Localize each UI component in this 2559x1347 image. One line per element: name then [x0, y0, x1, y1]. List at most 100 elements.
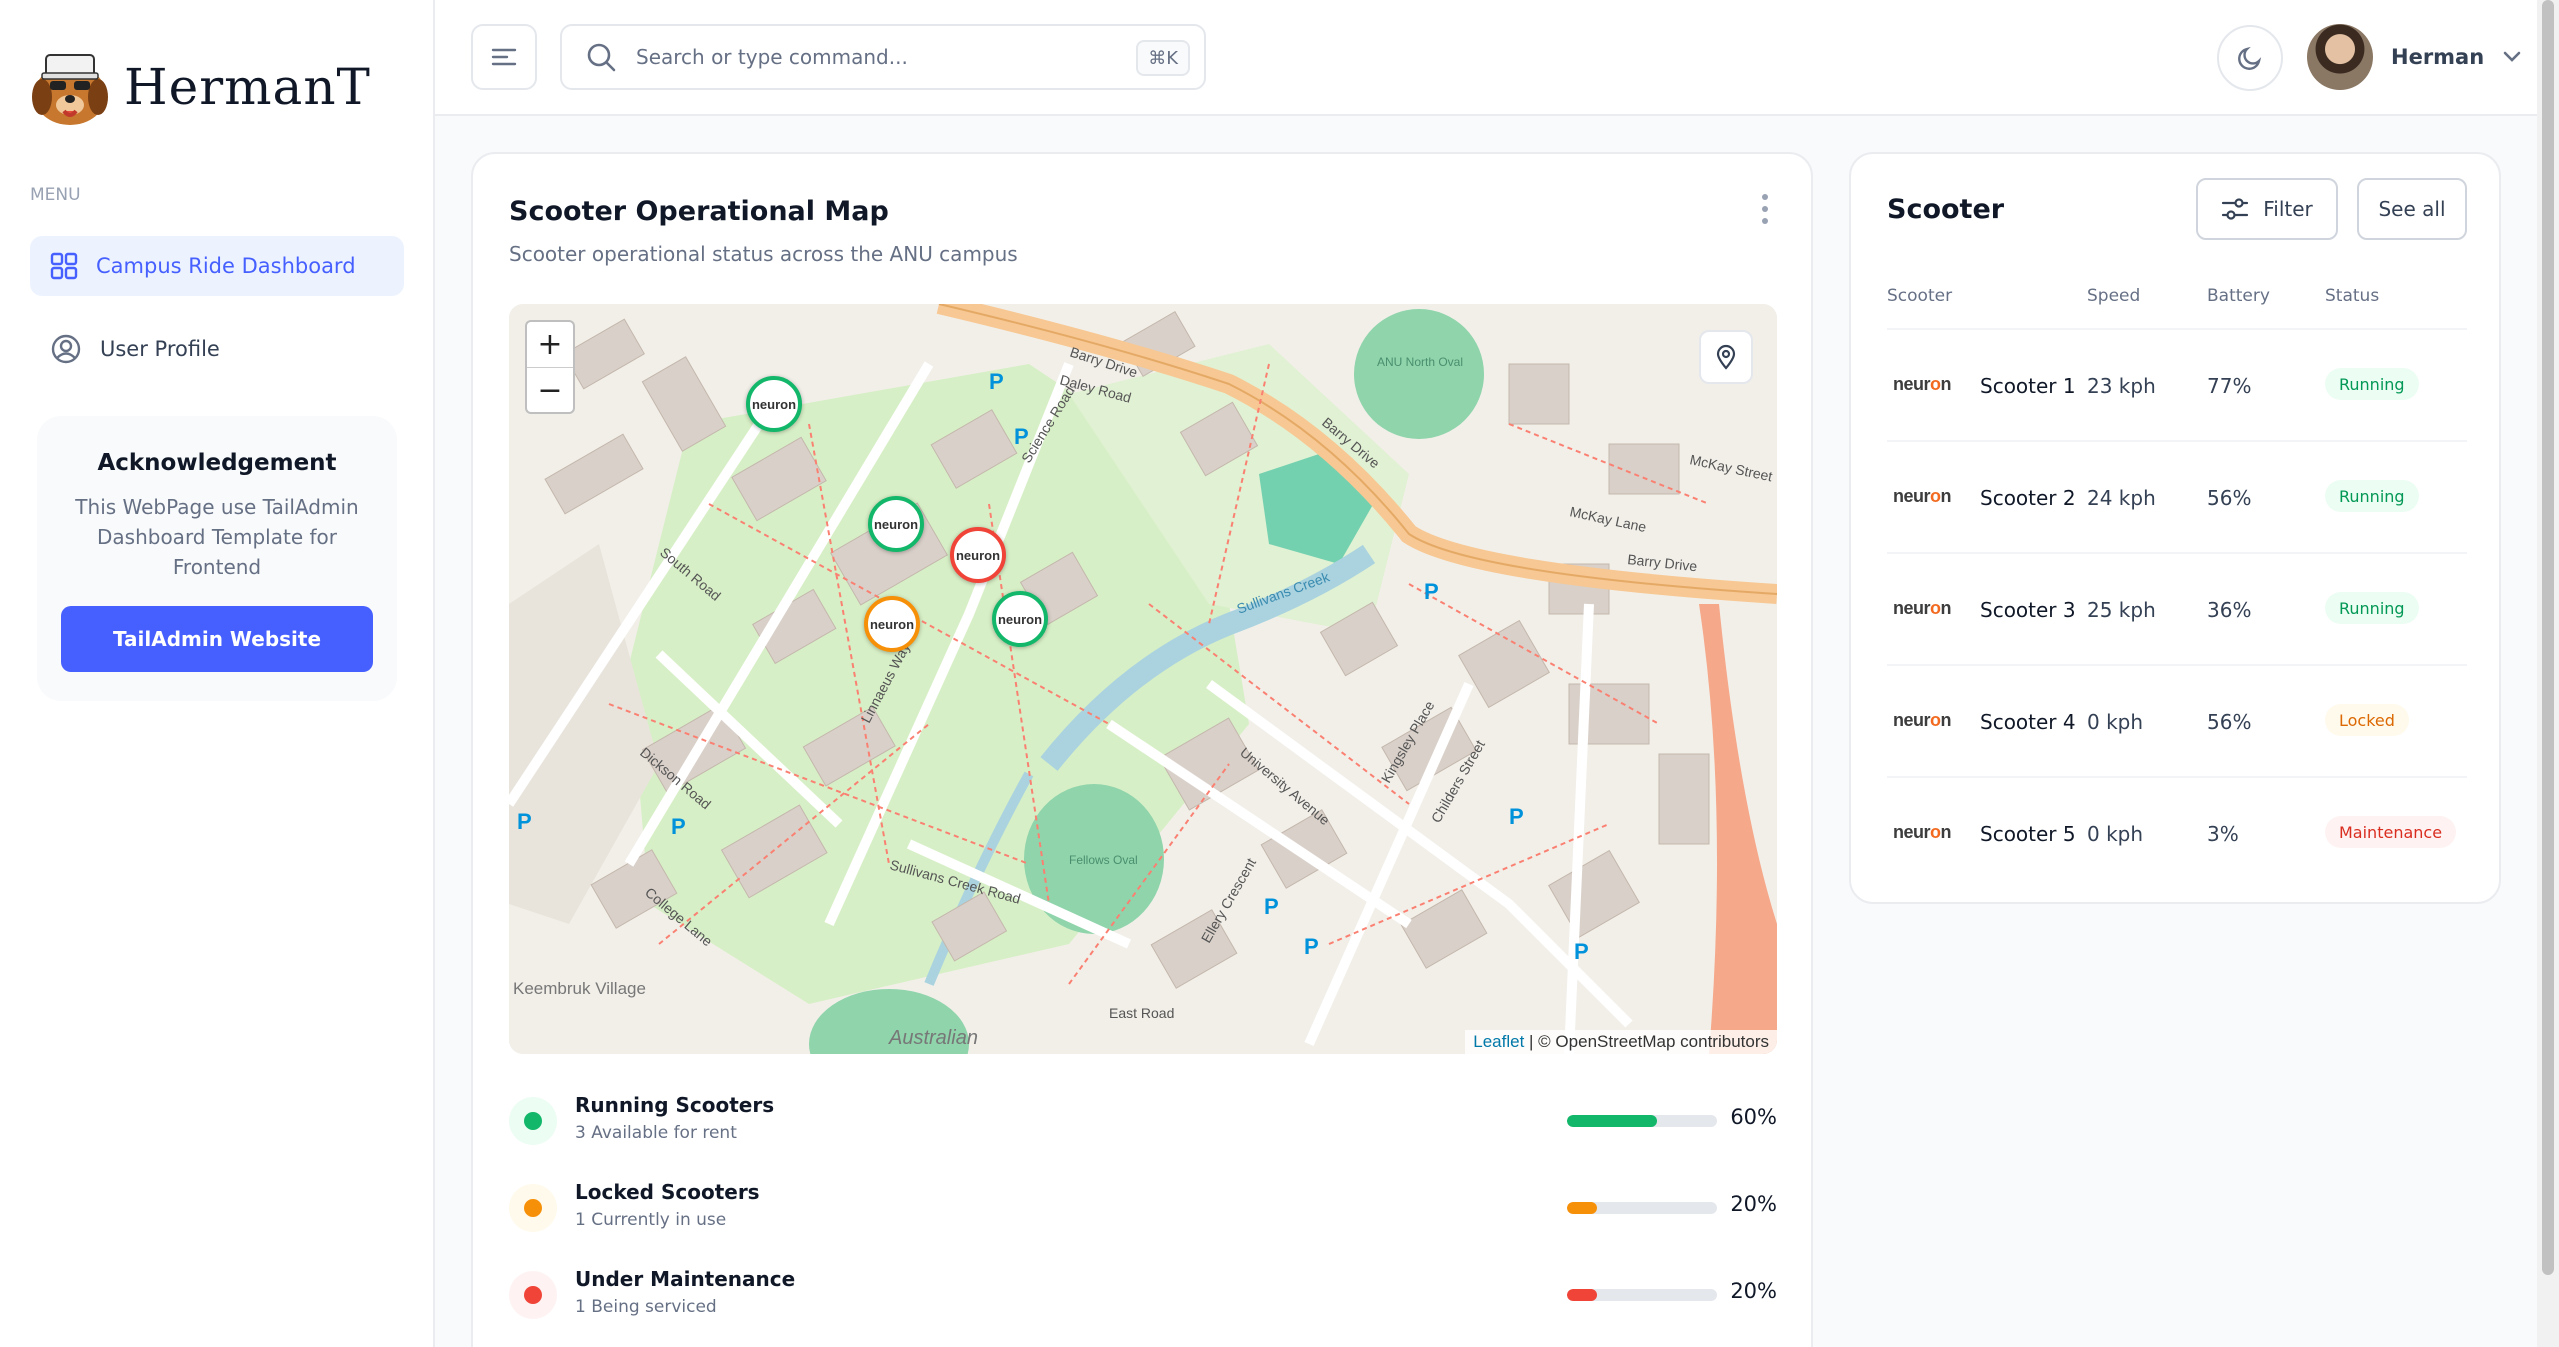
progress-bar	[1567, 1115, 1717, 1127]
brand-logo[interactable]: HermanT	[28, 45, 371, 129]
sidebar-item-label: User Profile	[100, 337, 220, 361]
dark-mode-toggle[interactable]	[2217, 25, 2283, 91]
column-header-scooter: Scooter	[1887, 286, 1953, 306]
search-input[interactable]	[636, 45, 1116, 69]
map-attribution: Leaflet | © OpenStreetMap contributors	[1465, 1030, 1777, 1054]
dot-icon	[1762, 206, 1768, 212]
scooter-battery: 36%	[2207, 598, 2252, 622]
svg-text:P: P	[517, 809, 532, 834]
table-row[interactable]: neuron Scooter 2 24 kph 56% Running	[1887, 442, 2467, 554]
sidebar-toggle-button[interactable]	[471, 24, 537, 90]
legend-title: Running Scooters	[575, 1093, 775, 1117]
top-header: ⌘K Herman	[435, 0, 2539, 116]
legend-row-maintenance: Under Maintenance 1 Being serviced 20%	[509, 1265, 1777, 1325]
status-dot-icon	[509, 1184, 557, 1232]
legend-row-running: Running Scooters 3 Available for rent 60…	[509, 1091, 1777, 1151]
more-options-button[interactable]	[1759, 194, 1771, 224]
map-label-australian: Australian	[888, 1027, 978, 1049]
table-row[interactable]: neuron Scooter 5 0 kph 3% Maintenance	[1887, 778, 2467, 890]
chevron-down-icon	[2503, 51, 2521, 62]
scooter-name: Scooter 4	[1980, 710, 2076, 734]
column-header-speed: Speed	[2087, 286, 2141, 306]
sidebar-item-user-profile[interactable]: User Profile	[30, 319, 404, 379]
table-card-title: Scooter	[1887, 194, 2005, 225]
user-menu[interactable]: Herman	[2307, 24, 2522, 90]
neuron-logo-icon: neuron	[751, 396, 797, 412]
legend-percent: 20%	[1730, 1279, 1777, 1303]
acknowledgement-title: Acknowledgement	[97, 450, 337, 476]
scooter-name: Scooter 1	[1980, 374, 2076, 398]
acknowledgement-text: This WebPage use TailAdmin Dashboard Tem…	[75, 495, 359, 579]
scooter-speed: 23 kph	[2087, 374, 2156, 398]
column-header-status: Status	[2325, 286, 2380, 306]
filter-sliders-icon	[2222, 198, 2249, 220]
scooter-speed: 0 kph	[2087, 710, 2144, 734]
scooter-marker-locked[interactable]: neuron	[864, 596, 920, 652]
dot-icon	[1762, 218, 1768, 224]
legend-percent: 20%	[1730, 1192, 1777, 1216]
table-row[interactable]: neuron Scooter 4 0 kph 56% Locked	[1887, 666, 2467, 778]
avatar	[2307, 24, 2373, 90]
progress-fill	[1567, 1289, 1597, 1301]
map-label-fellows-oval: Fellows Oval	[1069, 853, 1138, 867]
scrollbar-thumb[interactable]	[2542, 0, 2554, 1275]
scooter-marker-running[interactable]: neuron	[868, 496, 924, 552]
neuron-logo-icon: neuron	[997, 611, 1043, 627]
dog-mascot-icon	[32, 54, 108, 125]
neuron-logo-icon: neuron	[1893, 822, 1952, 842]
legend-subtitle: 1 Being serviced	[575, 1297, 717, 1317]
locate-button[interactable]	[1699, 330, 1753, 384]
zoom-out-button[interactable]: −	[527, 367, 573, 412]
neuron-logo-icon: neuron	[869, 616, 915, 632]
scooter-name: Scooter 2	[1980, 486, 2076, 510]
search-shortcut-badge: ⌘K	[1136, 40, 1190, 76]
map-card-subtitle: Scooter operational status across the AN…	[509, 242, 1018, 266]
sidebar-item-campus-ride-dashboard[interactable]: Campus Ride Dashboard	[30, 236, 404, 296]
scooter-battery: 56%	[2207, 710, 2252, 734]
map-tiles: Barry Drive Barry Drive Barry Drive Dale…	[509, 304, 1777, 1054]
table-row[interactable]: neuron Scooter 1 23 kph 77% Running	[1887, 330, 2467, 442]
campus-map[interactable]: Barry Drive Barry Drive Barry Drive Dale…	[509, 304, 1777, 1054]
scooter-battery: 56%	[2207, 486, 2252, 510]
scooter-speed: 24 kph	[2087, 486, 2156, 510]
legend-row-locked: Locked Scooters 1 Currently in use 20%	[509, 1178, 1777, 1238]
legend-title: Under Maintenance	[575, 1267, 796, 1291]
svg-text:P: P	[1574, 939, 1589, 964]
leaflet-link[interactable]: Leaflet	[1473, 1032, 1524, 1051]
scooter-speed: 25 kph	[2087, 598, 2156, 622]
zoom-control: + −	[525, 320, 575, 414]
table-row[interactable]: neuron Scooter 3 25 kph 36% Running	[1887, 554, 2467, 666]
neuron-logo-icon: neuron	[1893, 486, 1952, 506]
acknowledgement-card: Acknowledgement This WebPage use TailAdm…	[37, 416, 397, 701]
scooter-table-card: Scooter Filter See all Scooter Speed Bat…	[1849, 152, 2501, 904]
scooter-marker-running[interactable]: neuron	[992, 591, 1048, 647]
neuron-logo-icon: neuron	[1893, 598, 1952, 618]
neuron-logo-icon: neuron	[1893, 710, 1952, 730]
location-pin-icon	[1716, 344, 1736, 370]
map-label-east-road: East Road	[1109, 1005, 1174, 1021]
page-scrollbar[interactable]	[2537, 0, 2559, 1347]
attribution-text: | © OpenStreetMap contributors	[1529, 1032, 1769, 1051]
sidebar: HermanT MENU Campus Ride Dashboard User …	[0, 0, 435, 1347]
zoom-in-button[interactable]: +	[527, 322, 573, 367]
svg-text:P: P	[1424, 579, 1439, 604]
table-header: Scooter Speed Battery Status	[1887, 286, 2467, 330]
status-badge: Running	[2325, 592, 2419, 624]
status-badge: Running	[2325, 480, 2419, 512]
progress-bar	[1567, 1289, 1717, 1301]
scooter-marker-running[interactable]: neuron	[746, 376, 802, 432]
svg-text:P: P	[989, 369, 1004, 394]
status-dot-icon	[509, 1271, 557, 1319]
see-all-button[interactable]: See all	[2357, 178, 2467, 240]
menu-icon	[491, 48, 517, 66]
search-box[interactable]: ⌘K	[560, 24, 1206, 90]
svg-text:P: P	[671, 814, 686, 839]
scooter-battery: 77%	[2207, 374, 2252, 398]
map-card-title: Scooter Operational Map	[509, 196, 889, 227]
filter-button[interactable]: Filter	[2196, 178, 2338, 240]
tailadmin-website-button[interactable]: TailAdmin Website	[61, 606, 373, 672]
svg-text:P: P	[1304, 934, 1319, 959]
neuron-logo-icon: neuron	[873, 516, 919, 532]
progress-bar	[1567, 1202, 1717, 1214]
scooter-marker-maintenance[interactable]: neuron	[950, 527, 1006, 583]
